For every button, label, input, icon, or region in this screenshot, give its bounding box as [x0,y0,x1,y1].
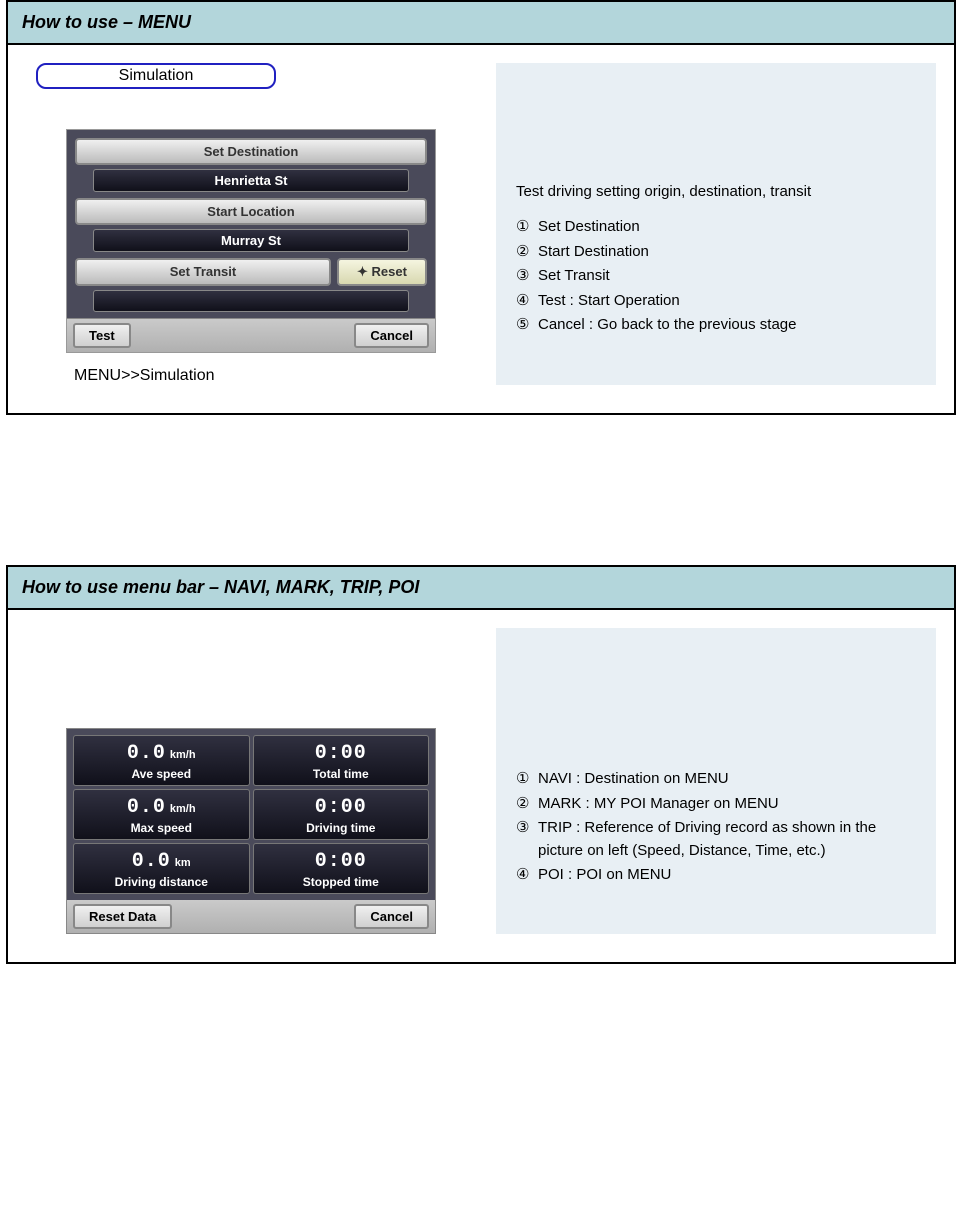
trip-cell-max-speed: 0.0 km/h Max speed [73,789,250,840]
trip-cell-stopped-time: 0:00 Stopped time [253,843,430,894]
section-menubar: How to use menu bar – NAVI, MARK, TRIP, … [6,565,956,964]
list-item: ④POI : POI on MENU [516,864,916,887]
item-text: Cancel : Go back to the previous stage [538,314,796,337]
item-text: Start Destination [538,241,649,264]
trip-unit: km/h [170,803,196,815]
circled-num-icon: ⑤ [516,314,538,337]
trip-cell-ave-speed: 0.0 km/h Ave speed [73,735,250,786]
description: Test driving setting origin, destination… [516,183,916,200]
trip-label: Total time [258,767,425,781]
circled-num-icon: ③ [516,817,538,840]
trip-value: 0:00 [315,742,367,765]
section-title: How to use – MENU [8,2,954,45]
item-text: Test : Start Operation [538,290,680,313]
list-item: ①NAVI : Destination on MENU [516,768,916,791]
list-item: ⑤Cancel : Go back to the previous stage [516,314,916,337]
list-item: ④Test : Start Operation [516,290,916,313]
reset-button[interactable]: ✦ Reset [337,258,427,286]
right-column: ①NAVI : Destination on MENU ②MARK : MY P… [496,628,936,934]
trip-unit: km/h [170,749,196,761]
circled-num-icon: ① [516,216,538,239]
trip-label: Ave speed [78,767,245,781]
trip-label: Driving time [258,821,425,835]
chip-simulation: Simulation [36,63,276,89]
destination-value: Henrietta St [93,169,409,192]
item-text: MARK : MY POI Manager on MENU [538,793,779,816]
item-text: POI : POI on MENU [538,864,671,887]
cancel-button[interactable]: Cancel [354,323,429,348]
test-button[interactable]: Test [73,323,131,348]
item-text: Set Transit [538,265,610,288]
trip-value: 0.0 [132,850,171,873]
left-column: Simulation Set Destination Henrietta St … [26,63,466,385]
trip-unit: km [175,857,191,869]
trip-label: Driving distance [78,875,245,889]
set-transit-button[interactable]: Set Transit [75,258,331,286]
trip-value: 0:00 [315,796,367,819]
list-item: ②MARK : MY POI Manager on MENU [516,793,916,816]
set-destination-button[interactable]: Set Destination [75,138,427,165]
item-text: NAVI : Destination on MENU [538,768,729,791]
start-location-value: Murray St [93,229,409,252]
right-column: Test driving setting origin, destination… [496,63,936,385]
circled-num-icon: ② [516,241,538,264]
circled-num-icon: ③ [516,265,538,288]
numbered-list: ①NAVI : Destination on MENU ②MARK : MY P… [516,768,916,889]
numbered-list: ①Set Destination ②Start Destination ③Set… [516,216,916,339]
reset-data-button[interactable]: Reset Data [73,904,172,929]
left-column: 0.0 km/h Ave speed 0:00 Total time 0.0 km/… [26,628,466,934]
start-location-button[interactable]: Start Location [75,198,427,225]
item-text: Set Destination [538,216,640,239]
trip-cell-driving-time: 0:00 Driving time [253,789,430,840]
section-body: 0.0 km/h Ave speed 0:00 Total time 0.0 km/… [8,610,954,962]
section-menu-simulation: How to use – MENU Simulation Set Destina… [6,0,956,415]
list-item: ③TRIP : Reference of Driving record as s… [516,817,916,862]
circled-num-icon: ④ [516,290,538,313]
cancel-button[interactable]: Cancel [354,904,429,929]
trip-cell-total-time: 0:00 Total time [253,735,430,786]
circled-num-icon: ④ [516,864,538,887]
circled-num-icon: ② [516,793,538,816]
caption: MENU>>Simulation [74,367,215,385]
section-title: How to use menu bar – NAVI, MARK, TRIP, … [8,567,954,610]
item-text: TRIP : Reference of Driving record as sh… [538,817,916,862]
list-item: ①Set Destination [516,216,916,239]
trip-cell-driving-distance: 0.0 km Driving distance [73,843,250,894]
list-item: ③Set Transit [516,265,916,288]
trip-label: Stopped time [258,875,425,889]
trip-label: Max speed [78,821,245,835]
trip-value: 0.0 [127,742,166,765]
device-screenshot-simulation: Set Destination Henrietta St Start Locat… [66,129,436,353]
section-body: Simulation Set Destination Henrietta St … [8,45,954,413]
device-screenshot-trip: 0.0 km/h Ave speed 0:00 Total time 0.0 km/… [66,728,436,934]
trip-value: 0:00 [315,850,367,873]
list-item: ②Start Destination [516,241,916,264]
circled-num-icon: ① [516,768,538,791]
trip-value: 0.0 [127,796,166,819]
transit-value [93,290,409,312]
